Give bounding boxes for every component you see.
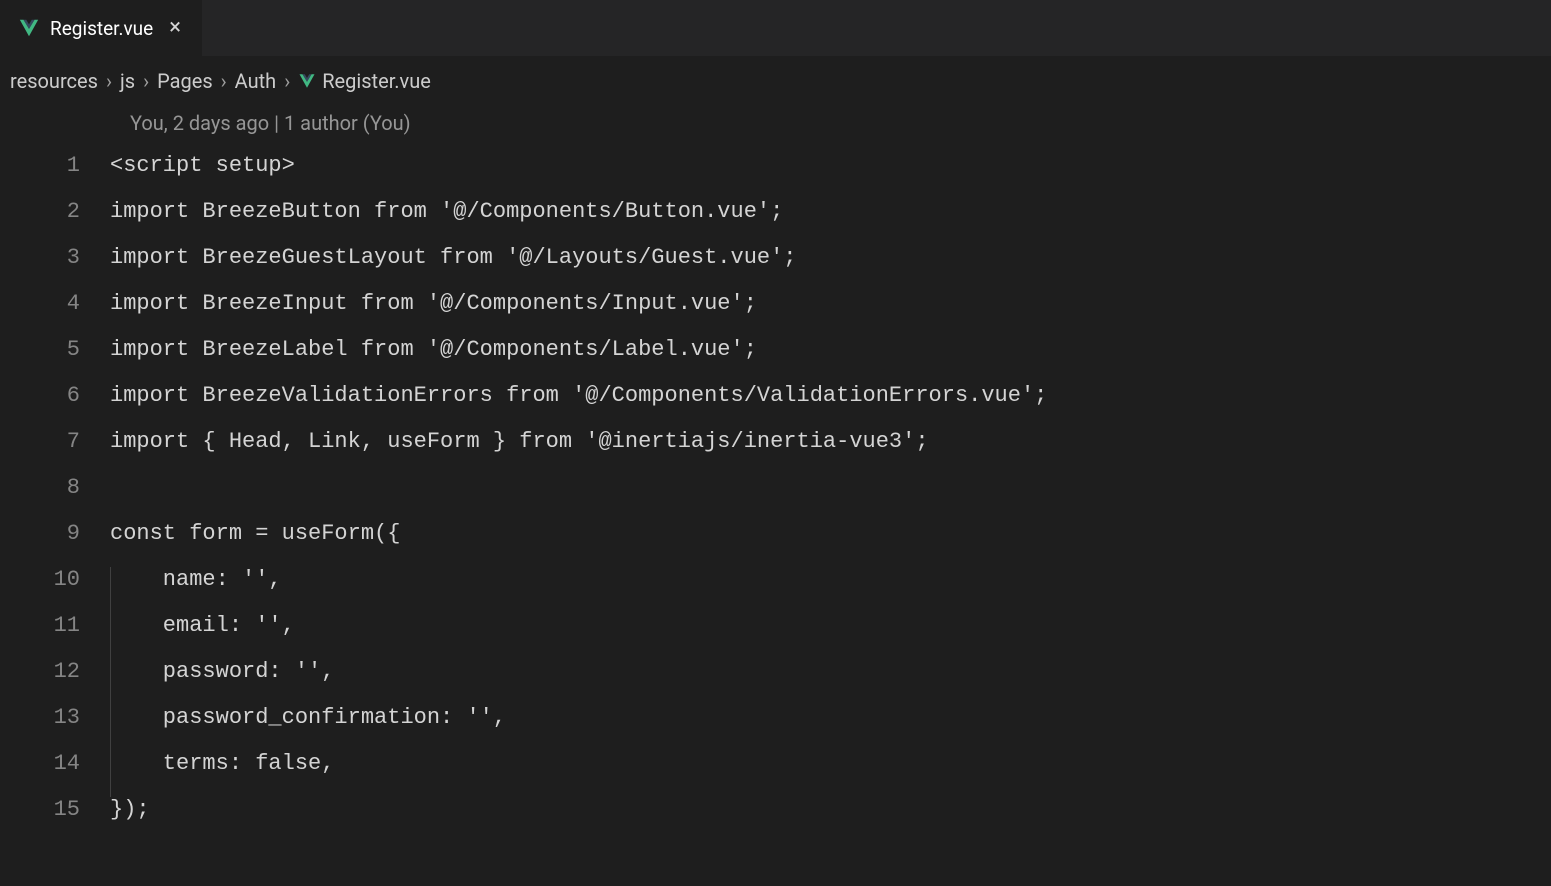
breadcrumb: resources › js › Pages › Auth › Register… [0, 56, 1551, 102]
code-content[interactable]: const form = useForm({ [110, 521, 400, 546]
code-content[interactable]: import BreezeButton from '@/Components/B… [110, 199, 783, 224]
code-line[interactable]: 5import BreezeLabel from '@/Components/L… [0, 326, 1551, 372]
git-blame-codelens[interactable]: You, 2 days ago | 1 author (You) [0, 104, 1551, 142]
line-number: 11 [0, 613, 110, 638]
code-line[interactable]: 9const form = useForm({ [0, 510, 1551, 556]
code-line[interactable]: 14 terms: false, [0, 740, 1551, 786]
code-content[interactable]: import BreezeValidationErrors from '@/Co… [110, 383, 1047, 408]
code-line[interactable]: 12 password: '', [0, 648, 1551, 694]
indent-guide [110, 705, 111, 751]
code-line[interactable]: 13 password_confirmation: '', [0, 694, 1551, 740]
line-number: 12 [0, 659, 110, 684]
code-text: password: '', [110, 659, 334, 684]
indent-guide [110, 751, 111, 797]
line-number: 3 [0, 245, 110, 270]
crumb-js[interactable]: js [120, 69, 135, 93]
code-line[interactable]: 10 name: '', [0, 556, 1551, 602]
code-text: email: '', [110, 613, 295, 638]
code-content[interactable]: password_confirmation: '', [110, 705, 506, 730]
code-text: import BreezeButton from '@/Components/B… [110, 199, 783, 224]
code-text: import BreezeLabel from '@/Components/La… [110, 337, 757, 362]
code-content[interactable]: terms: false, [110, 751, 334, 776]
code-line[interactable]: 2import BreezeButton from '@/Components/… [0, 188, 1551, 234]
code-text: <script setup> [110, 153, 295, 178]
chevron-right-icon: › [284, 69, 290, 93]
vue-file-icon [18, 17, 40, 39]
crumb-pages[interactable]: Pages [157, 69, 213, 93]
crumb-file[interactable]: Register.vue [322, 69, 431, 93]
chevron-right-icon: › [106, 69, 112, 93]
code-lines: 1<script setup>2import BreezeButton from… [0, 142, 1551, 832]
chevron-right-icon: › [143, 69, 149, 93]
code-content[interactable]: import { Head, Link, useForm } from '@in… [110, 429, 929, 454]
indent-guide [110, 659, 111, 705]
line-number: 14 [0, 751, 110, 776]
tab-label: Register.vue [50, 17, 153, 40]
crumb-resources[interactable]: resources [10, 69, 98, 93]
code-content[interactable]: email: '', [110, 613, 295, 638]
code-line[interactable]: 4import BreezeInput from '@/Components/I… [0, 280, 1551, 326]
code-content[interactable]: <script setup> [110, 153, 295, 178]
code-text: import BreezeInput from '@/Components/In… [110, 291, 757, 316]
line-number: 6 [0, 383, 110, 408]
line-number: 9 [0, 521, 110, 546]
line-number: 5 [0, 337, 110, 362]
line-number: 2 [0, 199, 110, 224]
indent-guide [110, 567, 111, 613]
code-text: import BreezeValidationErrors from '@/Co… [110, 383, 1047, 408]
code-content[interactable]: import BreezeLabel from '@/Components/La… [110, 337, 757, 362]
line-number: 13 [0, 705, 110, 730]
code-content[interactable]: name: '', [110, 567, 282, 592]
code-line[interactable]: 15}); [0, 786, 1551, 832]
line-number: 7 [0, 429, 110, 454]
code-text: const form = useForm({ [110, 521, 400, 546]
code-line[interactable]: 11 email: '', [0, 602, 1551, 648]
code-content[interactable]: password: '', [110, 659, 334, 684]
line-number: 1 [0, 153, 110, 178]
code-content[interactable]: }); [110, 797, 150, 822]
code-content[interactable]: import BreezeGuestLayout from '@/Layouts… [110, 245, 797, 270]
code-text: import BreezeGuestLayout from '@/Layouts… [110, 245, 797, 270]
line-number: 4 [0, 291, 110, 316]
code-content[interactable]: import BreezeInput from '@/Components/In… [110, 291, 757, 316]
code-text: name: '', [110, 567, 282, 592]
vue-file-icon [298, 72, 316, 90]
code-line[interactable]: 6import BreezeValidationErrors from '@/C… [0, 372, 1551, 418]
tabs-bar: Register.vue × [0, 0, 1551, 56]
code-text: import { Head, Link, useForm } from '@in… [110, 429, 929, 454]
chevron-right-icon: › [221, 69, 227, 93]
editor[interactable]: You, 2 days ago | 1 author (You) 1<scrip… [0, 102, 1551, 832]
tab-register-vue[interactable]: Register.vue × [0, 0, 202, 56]
code-line[interactable]: 1<script setup> [0, 142, 1551, 188]
code-text: terms: false, [110, 751, 334, 776]
code-line[interactable]: 7import { Head, Link, useForm } from '@i… [0, 418, 1551, 464]
code-line[interactable]: 8 [0, 464, 1551, 510]
line-number: 8 [0, 475, 110, 500]
code-line[interactable]: 3import BreezeGuestLayout from '@/Layout… [0, 234, 1551, 280]
line-number: 10 [0, 567, 110, 592]
indent-guide [110, 613, 111, 659]
line-number: 15 [0, 797, 110, 822]
code-text: password_confirmation: '', [110, 705, 506, 730]
crumb-auth[interactable]: Auth [235, 69, 277, 93]
code-text: }); [110, 797, 150, 822]
tab-close-button[interactable]: × [163, 15, 187, 41]
